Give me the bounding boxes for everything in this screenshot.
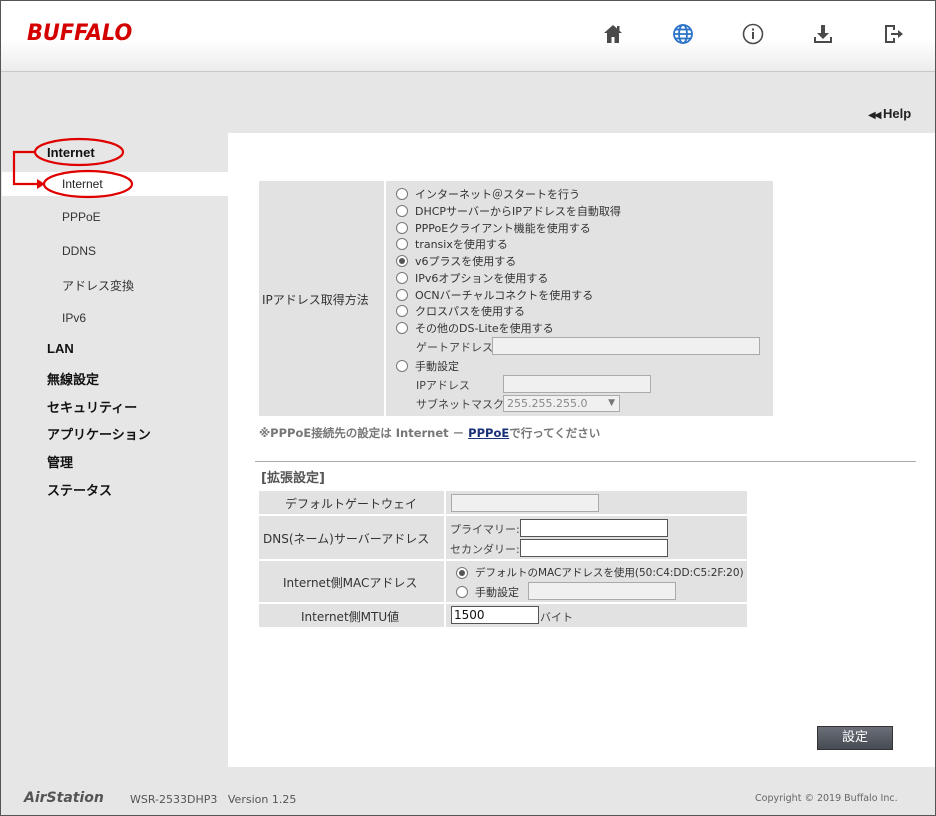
pppoe-note: ※PPPoE接続先の設定は Internet － PPPoEで行ってください: [259, 426, 601, 440]
logout-icon[interactable]: [880, 21, 906, 47]
mtu-unit: バイト: [540, 611, 573, 624]
annotation-overlay: [12, 137, 134, 199]
option-other-ds-lite[interactable]: その他のDS-Liteを使用する: [396, 320, 554, 336]
default-gateway-label: デフォルトゲートウェイ: [285, 497, 418, 511]
option-pppoe[interactable]: PPPoEクライアント機能を使用する: [396, 220, 591, 236]
download-icon[interactable]: [810, 21, 836, 47]
radio-button[interactable]: [396, 360, 408, 372]
annotation-ellipse-internet-sub: [42, 169, 134, 199]
sidebar-item-security[interactable]: セキュリティー: [47, 397, 137, 416]
option-internet-start[interactable]: インターネット＠スタートを行う: [396, 186, 580, 202]
option-ipv6-option[interactable]: IPv6オプションを使用する: [396, 270, 548, 286]
copyright: Copyright © 2019 Buffalo Inc.: [755, 793, 898, 804]
radio-button-selected[interactable]: [456, 566, 468, 579]
option-v6plus[interactable]: v6プラスを使用する: [396, 253, 516, 269]
radio-button[interactable]: [396, 322, 408, 334]
chevron-down-icon: ▼: [608, 398, 615, 408]
radio-button[interactable]: [396, 289, 408, 301]
annotation-connector: [12, 150, 38, 186]
model-version: WSR-2533DHP3 Version 1.25: [130, 793, 297, 806]
ip-address-label: IPアドレス: [416, 379, 470, 392]
radio-button[interactable]: [396, 238, 408, 250]
dns-primary-label: プライマリー:: [450, 523, 520, 536]
mac-label: Internet側MACアドレス: [283, 576, 418, 590]
sidebar-item-status[interactable]: ステータス: [47, 480, 112, 499]
home-icon[interactable]: [600, 21, 626, 47]
radio-button[interactable]: [396, 305, 408, 317]
ip-address-input[interactable]: [503, 375, 651, 393]
option-ocn-virtual-connect[interactable]: OCNバーチャルコネクトを使用する: [396, 287, 593, 303]
sidebar-item-wireless[interactable]: 無線設定: [47, 369, 99, 388]
dns-label: DNS(ネーム)サーバーアドレス: [263, 532, 430, 546]
advanced-settings-title: [拡張設定]: [261, 471, 325, 486]
sidebar-subitem-ddns[interactable]: DDNS: [62, 244, 96, 258]
gateway-address-input[interactable]: [492, 337, 760, 355]
sidebar-subitem-pppoe[interactable]: PPPoE: [62, 210, 101, 224]
radio-button[interactable]: [396, 188, 408, 200]
annotation-ellipse-internet: [33, 137, 125, 167]
option-transix[interactable]: transixを使用する: [396, 236, 508, 252]
subnet-mask-label: サブネットマスク: [416, 398, 504, 411]
ip-method-label: IPアドレス取得方法: [262, 293, 369, 307]
pppoe-link[interactable]: PPPoE: [468, 426, 509, 440]
dns-secondary-label: セカンダリー:: [450, 543, 520, 556]
option-manual[interactable]: 手動設定: [396, 358, 459, 374]
default-gateway-input[interactable]: [451, 494, 599, 512]
info-icon[interactable]: [740, 21, 766, 47]
globe-icon[interactable]: [670, 21, 696, 47]
collapse-arrows-icon: ◀◀: [868, 110, 881, 121]
radio-button[interactable]: [396, 222, 408, 234]
help-label: Help: [883, 106, 912, 121]
sidebar-item-applications[interactable]: アプリケーション: [47, 424, 151, 443]
radio-button[interactable]: [396, 272, 408, 284]
annotation-arrow-icon: [37, 179, 45, 189]
dns-secondary-input[interactable]: [520, 539, 668, 557]
airstation-logo: AirStation: [24, 790, 104, 806]
save-button[interactable]: 設定: [817, 726, 893, 750]
sidebar-item-lan[interactable]: LAN: [47, 341, 74, 356]
mac-manual-option[interactable]: 手動設定: [456, 584, 519, 600]
radio-button[interactable]: [456, 586, 468, 598]
mtu-input[interactable]: 1500: [451, 606, 539, 624]
gateway-address-label: ゲートアドレス: [416, 341, 493, 354]
radio-button-selected[interactable]: [396, 255, 408, 267]
mac-manual-input[interactable]: [528, 582, 676, 600]
sidebar-subitem-nat[interactable]: アドレス変換: [62, 277, 134, 294]
section-divider: [255, 461, 916, 462]
subnet-mask-select[interactable]: 255.255.255.0 ▼: [503, 395, 620, 412]
help-link[interactable]: ◀◀ Help: [868, 106, 911, 121]
mac-default-option[interactable]: デフォルトのMACアドレスを使用(50:C4:DD:C5:2F:20): [456, 565, 744, 580]
sidebar-subitem-ipv6[interactable]: IPv6: [62, 311, 86, 325]
mtu-label: Internet側MTU値: [301, 610, 400, 624]
option-crosspass[interactable]: クロスパスを使用する: [396, 303, 525, 319]
sidebar-item-admin[interactable]: 管理: [47, 452, 73, 471]
radio-button[interactable]: [396, 205, 408, 217]
dns-primary-input[interactable]: [520, 519, 668, 537]
option-dhcp[interactable]: DHCPサーバーからIPアドレスを自動取得: [396, 203, 621, 219]
